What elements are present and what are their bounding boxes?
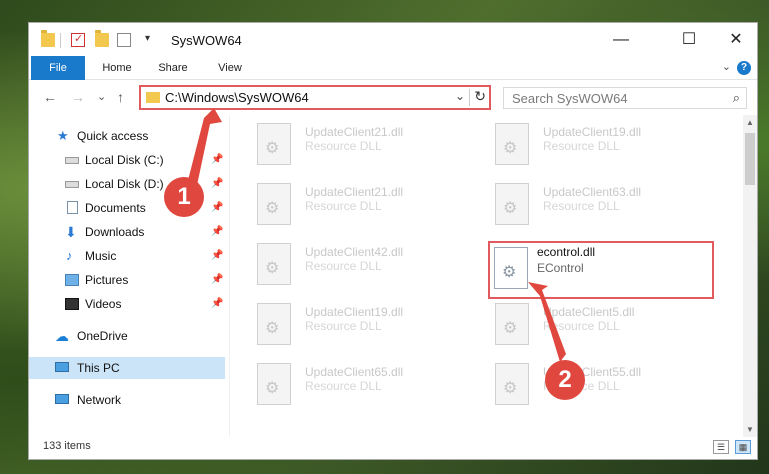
annotation-arrows: [186, 108, 566, 362]
arrow-step-2: [528, 282, 566, 362]
step-1-badge: 1: [164, 177, 204, 217]
step-2-badge: 2: [545, 360, 585, 400]
